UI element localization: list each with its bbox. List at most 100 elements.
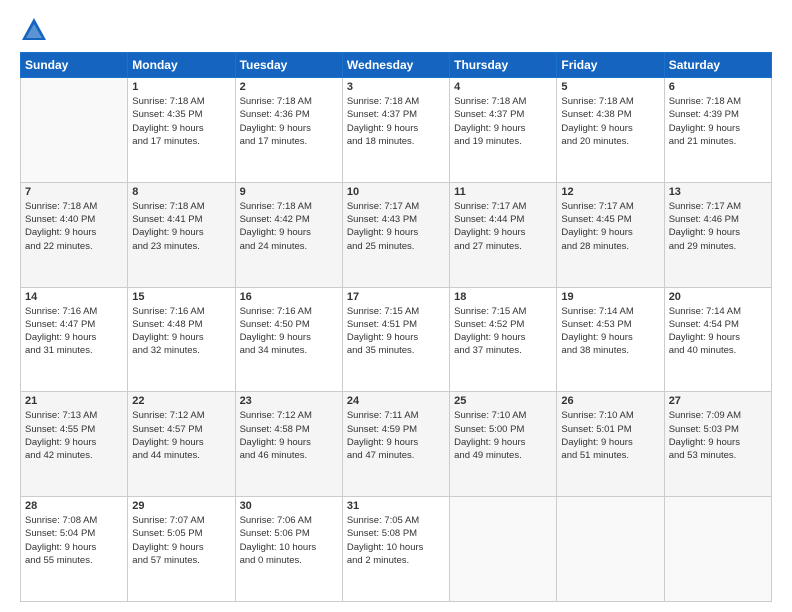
day-info: Sunrise: 7:16 AM Sunset: 4:47 PM Dayligh… [25, 305, 123, 358]
day-number: 28 [25, 500, 123, 512]
calendar-cell: 13Sunrise: 7:17 AM Sunset: 4:46 PM Dayli… [664, 182, 771, 287]
header-day: Sunday [21, 53, 128, 78]
day-number: 26 [561, 395, 659, 407]
calendar-cell: 9 Sunrise: 7:18 AM Sunset: 4:42 PM Daylig… [235, 182, 342, 287]
calendar-cell: 5 Sunrise: 7:18 AM Sunset: 4:38 PM Daylig… [557, 78, 664, 183]
day-info: Sunrise: 7:18 AM Sunset: 4:37 PM Dayligh… [454, 95, 552, 148]
day-info: Sunrise: 7:06 AM Sunset: 5:06 PM Dayligh… [240, 514, 338, 567]
day-number: 31 [347, 500, 445, 512]
calendar-row: 21Sunrise: 7:13 AM Sunset: 4:55 PM Dayli… [21, 392, 772, 497]
calendar-row: 7 Sunrise: 7:18 AM Sunset: 4:40 PM Daylig… [21, 182, 772, 287]
day-info: Sunrise: 7:17 AM Sunset: 4:46 PM Dayligh… [669, 200, 767, 253]
header-row: SundayMondayTuesdayWednesdayThursdayFrid… [21, 53, 772, 78]
day-number: 15 [132, 291, 230, 303]
calendar-cell: 17 Sunrise: 7:15 AM Sunset: 4:51 PM Dayli… [342, 287, 449, 392]
day-info: Sunrise: 7:07 AM Sunset: 5:05 PM Dayligh… [132, 514, 230, 567]
calendar-cell: 3 Sunrise: 7:18 AM Sunset: 4:37 PM Daylig… [342, 78, 449, 183]
calendar-cell [450, 497, 557, 602]
day-number: 27 [669, 395, 767, 407]
day-number: 10 [347, 186, 445, 198]
header-day: Friday [557, 53, 664, 78]
day-info: Sunrise: 7:17 AM Sunset: 4:43 PM Dayligh… [347, 200, 445, 253]
calendar-cell: 29 Sunrise: 7:07 AM Sunset: 5:05 PM Dayli… [128, 497, 235, 602]
day-info: Sunrise: 7:15 AM Sunset: 4:52 PM Dayligh… [454, 305, 552, 358]
day-info: Sunrise: 7:18 AM Sunset: 4:37 PM Dayligh… [347, 95, 445, 148]
day-number: 20 [669, 291, 767, 303]
logo-icon [20, 16, 48, 44]
calendar-cell: 8 Sunrise: 7:18 AM Sunset: 4:41 PM Daylig… [128, 182, 235, 287]
day-number: 22 [132, 395, 230, 407]
logo [20, 16, 52, 44]
calendar-cell: 4Sunrise: 7:18 AM Sunset: 4:37 PM Daylig… [450, 78, 557, 183]
calendar-cell: 25 Sunrise: 7:10 AM Sunset: 5:00 PM Dayli… [450, 392, 557, 497]
calendar-cell: 15 Sunrise: 7:16 AM Sunset: 4:48 PM Dayli… [128, 287, 235, 392]
day-number: 8 [132, 186, 230, 198]
header [20, 16, 772, 44]
day-info: Sunrise: 7:18 AM Sunset: 4:42 PM Dayligh… [240, 200, 338, 253]
day-info: Sunrise: 7:16 AM Sunset: 4:50 PM Dayligh… [240, 305, 338, 358]
day-info: Sunrise: 7:11 AM Sunset: 4:59 PM Dayligh… [347, 409, 445, 462]
page: SundayMondayTuesdayWednesdayThursdayFrid… [0, 0, 792, 612]
day-number: 3 [347, 81, 445, 93]
calendar-row: 28 Sunrise: 7:08 AM Sunset: 5:04 PM Dayli… [21, 497, 772, 602]
day-info: Sunrise: 7:10 AM Sunset: 5:00 PM Dayligh… [454, 409, 552, 462]
day-info: Sunrise: 7:18 AM Sunset: 4:40 PM Dayligh… [25, 200, 123, 253]
calendar-row: 1Sunrise: 7:18 AM Sunset: 4:35 PM Daylig… [21, 78, 772, 183]
header-day: Tuesday [235, 53, 342, 78]
day-info: Sunrise: 7:12 AM Sunset: 4:58 PM Dayligh… [240, 409, 338, 462]
day-number: 7 [25, 186, 123, 198]
calendar-row: 14 Sunrise: 7:16 AM Sunset: 4:47 PM Dayli… [21, 287, 772, 392]
calendar-cell: 24Sunrise: 7:11 AM Sunset: 4:59 PM Dayli… [342, 392, 449, 497]
day-number: 30 [240, 500, 338, 512]
day-number: 18 [454, 291, 552, 303]
day-number: 11 [454, 186, 552, 198]
day-number: 29 [132, 500, 230, 512]
calendar-cell: 14 Sunrise: 7:16 AM Sunset: 4:47 PM Dayli… [21, 287, 128, 392]
day-info: Sunrise: 7:14 AM Sunset: 4:54 PM Dayligh… [669, 305, 767, 358]
day-info: Sunrise: 7:15 AM Sunset: 4:51 PM Dayligh… [347, 305, 445, 358]
day-info: Sunrise: 7:18 AM Sunset: 4:39 PM Dayligh… [669, 95, 767, 148]
calendar-cell: 16 Sunrise: 7:16 AM Sunset: 4:50 PM Dayli… [235, 287, 342, 392]
calendar-cell: 22Sunrise: 7:12 AM Sunset: 4:57 PM Dayli… [128, 392, 235, 497]
calendar-cell: 19 Sunrise: 7:14 AM Sunset: 4:53 PM Dayli… [557, 287, 664, 392]
calendar-cell: 6Sunrise: 7:18 AM Sunset: 4:39 PM Daylig… [664, 78, 771, 183]
day-number: 5 [561, 81, 659, 93]
calendar-cell: 28 Sunrise: 7:08 AM Sunset: 5:04 PM Dayli… [21, 497, 128, 602]
header-day: Wednesday [342, 53, 449, 78]
calendar-cell: 30 Sunrise: 7:06 AM Sunset: 5:06 PM Dayli… [235, 497, 342, 602]
day-info: Sunrise: 7:08 AM Sunset: 5:04 PM Dayligh… [25, 514, 123, 567]
day-number: 16 [240, 291, 338, 303]
day-info: Sunrise: 7:17 AM Sunset: 4:44 PM Dayligh… [454, 200, 552, 253]
calendar-cell [557, 497, 664, 602]
day-info: Sunrise: 7:16 AM Sunset: 4:48 PM Dayligh… [132, 305, 230, 358]
day-number: 14 [25, 291, 123, 303]
calendar-cell [21, 78, 128, 183]
calendar-table: SundayMondayTuesdayWednesdayThursdayFrid… [20, 52, 772, 602]
calendar-cell: 27 Sunrise: 7:09 AM Sunset: 5:03 PM Dayli… [664, 392, 771, 497]
calendar-cell [664, 497, 771, 602]
day-number: 17 [347, 291, 445, 303]
calendar-body: 1Sunrise: 7:18 AM Sunset: 4:35 PM Daylig… [21, 78, 772, 602]
day-number: 19 [561, 291, 659, 303]
calendar-cell: 12Sunrise: 7:17 AM Sunset: 4:45 PM Dayli… [557, 182, 664, 287]
calendar-cell: 11 Sunrise: 7:17 AM Sunset: 4:44 PM Dayli… [450, 182, 557, 287]
day-info: Sunrise: 7:05 AM Sunset: 5:08 PM Dayligh… [347, 514, 445, 567]
day-number: 21 [25, 395, 123, 407]
calendar-cell: 2Sunrise: 7:18 AM Sunset: 4:36 PM Daylig… [235, 78, 342, 183]
calendar-cell: 10 Sunrise: 7:17 AM Sunset: 4:43 PM Dayli… [342, 182, 449, 287]
day-info: Sunrise: 7:18 AM Sunset: 4:41 PM Dayligh… [132, 200, 230, 253]
day-number: 9 [240, 186, 338, 198]
day-info: Sunrise: 7:09 AM Sunset: 5:03 PM Dayligh… [669, 409, 767, 462]
calendar-cell: 23Sunrise: 7:12 AM Sunset: 4:58 PM Dayli… [235, 392, 342, 497]
day-info: Sunrise: 7:17 AM Sunset: 4:45 PM Dayligh… [561, 200, 659, 253]
calendar-cell: 26 Sunrise: 7:10 AM Sunset: 5:01 PM Dayli… [557, 392, 664, 497]
calendar-cell: 20 Sunrise: 7:14 AM Sunset: 4:54 PM Dayli… [664, 287, 771, 392]
day-info: Sunrise: 7:14 AM Sunset: 4:53 PM Dayligh… [561, 305, 659, 358]
day-number: 2 [240, 81, 338, 93]
day-info: Sunrise: 7:10 AM Sunset: 5:01 PM Dayligh… [561, 409, 659, 462]
header-day: Monday [128, 53, 235, 78]
day-info: Sunrise: 7:18 AM Sunset: 4:38 PM Dayligh… [561, 95, 659, 148]
calendar-header: SundayMondayTuesdayWednesdayThursdayFrid… [21, 53, 772, 78]
header-day: Saturday [664, 53, 771, 78]
day-number: 25 [454, 395, 552, 407]
